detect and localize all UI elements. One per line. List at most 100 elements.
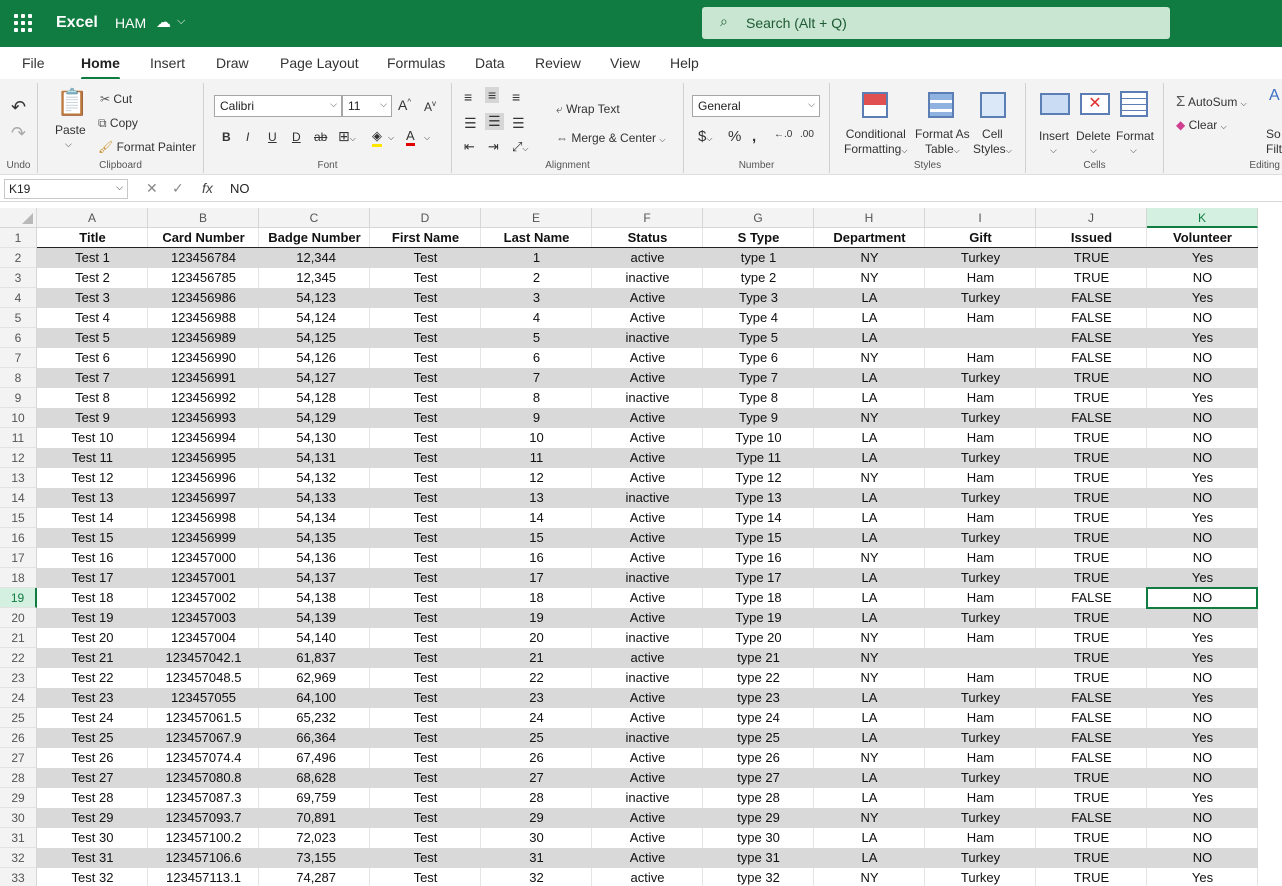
cell[interactable]: Yes bbox=[1147, 728, 1258, 748]
cell[interactable]: 20 bbox=[481, 628, 592, 648]
cell[interactable]: 7 bbox=[481, 368, 592, 388]
cell[interactable]: Yes bbox=[1147, 788, 1258, 808]
cell[interactable]: Test 22 bbox=[37, 668, 148, 688]
cell[interactable]: Test 32 bbox=[37, 868, 148, 886]
cell[interactable]: 54,139 bbox=[259, 608, 370, 628]
cell[interactable]: 3 bbox=[481, 288, 592, 308]
tab-view[interactable]: View bbox=[610, 55, 640, 71]
cell[interactable]: NY bbox=[814, 868, 925, 886]
bold-button[interactable]: B bbox=[222, 130, 231, 144]
redo-icon[interactable]: ↷ bbox=[11, 123, 26, 144]
row-header[interactable]: 10 bbox=[0, 408, 37, 428]
cell[interactable]: Test bbox=[370, 348, 481, 368]
cell[interactable]: NO bbox=[1147, 608, 1258, 628]
cell[interactable]: 123457061.5 bbox=[148, 708, 259, 728]
column-title-cell[interactable]: First Name bbox=[370, 228, 481, 248]
cell[interactable]: NO bbox=[1147, 268, 1258, 288]
row-header[interactable]: 16 bbox=[0, 528, 37, 548]
cell[interactable]: NO bbox=[1147, 348, 1258, 368]
cell[interactable]: NY bbox=[814, 248, 925, 268]
cell[interactable]: FALSE bbox=[1036, 348, 1147, 368]
cell[interactable]: 54,138 bbox=[259, 588, 370, 608]
cell[interactable]: type 25 bbox=[703, 728, 814, 748]
cell[interactable]: LA bbox=[814, 288, 925, 308]
cell[interactable]: 73,155 bbox=[259, 848, 370, 868]
cell[interactable]: 54,129 bbox=[259, 408, 370, 428]
cell[interactable]: Type 12 bbox=[703, 468, 814, 488]
cell[interactable]: Turkey bbox=[925, 868, 1036, 886]
cell[interactable]: 54,140 bbox=[259, 628, 370, 648]
align-top-icon[interactable]: ≡ bbox=[464, 89, 472, 105]
cell[interactable]: LA bbox=[814, 828, 925, 848]
cell[interactable]: NO bbox=[1147, 448, 1258, 468]
cell[interactable]: Type 11 bbox=[703, 448, 814, 468]
column-title-cell[interactable]: Badge Number bbox=[259, 228, 370, 248]
select-all-corner[interactable] bbox=[0, 208, 37, 228]
cell[interactable]: LA bbox=[814, 588, 925, 608]
column-title-cell[interactable]: Last Name bbox=[481, 228, 592, 248]
cell[interactable]: LA bbox=[814, 768, 925, 788]
cell[interactable]: NO bbox=[1147, 488, 1258, 508]
tab-home[interactable]: Home bbox=[81, 55, 120, 80]
cell[interactable]: type 24 bbox=[703, 708, 814, 728]
cell[interactable]: NY bbox=[814, 408, 925, 428]
spreadsheet-grid[interactable]: A B C D E F G H I J K 1 Title Card Number Badge Number… bbox=[0, 208, 1282, 886]
cell[interactable]: Test 27 bbox=[37, 768, 148, 788]
row-header[interactable]: 25 bbox=[0, 708, 37, 728]
cell[interactable]: 123457003 bbox=[148, 608, 259, 628]
cell[interactable]: Active bbox=[592, 468, 703, 488]
tab-page-layout[interactable]: Page Layout bbox=[280, 55, 359, 71]
cell[interactable]: inactive bbox=[592, 388, 703, 408]
cell[interactable]: inactive bbox=[592, 328, 703, 348]
cell[interactable]: type 29 bbox=[703, 808, 814, 828]
cell[interactable]: Active bbox=[592, 828, 703, 848]
cell[interactable]: TRUE bbox=[1036, 868, 1147, 886]
cell[interactable]: 54,134 bbox=[259, 508, 370, 528]
cell[interactable]: NY bbox=[814, 668, 925, 688]
row-header[interactable]: 13 bbox=[0, 468, 37, 488]
cell[interactable]: Test 26 bbox=[37, 748, 148, 768]
cell[interactable]: Test 5 bbox=[37, 328, 148, 348]
cell[interactable]: 54,125 bbox=[259, 328, 370, 348]
cell[interactable]: FALSE bbox=[1036, 688, 1147, 708]
cell[interactable]: TRUE bbox=[1036, 468, 1147, 488]
cell[interactable]: Type 8 bbox=[703, 388, 814, 408]
cell[interactable]: Test bbox=[370, 768, 481, 788]
cell[interactable]: 123457042.1 bbox=[148, 648, 259, 668]
row-header[interactable]: 28 bbox=[0, 768, 37, 788]
row-header[interactable]: 23 bbox=[0, 668, 37, 688]
cell[interactable]: NO bbox=[1147, 668, 1258, 688]
cell[interactable]: Yes bbox=[1147, 568, 1258, 588]
underline-button[interactable]: U bbox=[268, 130, 277, 144]
cell[interactable]: LA bbox=[814, 788, 925, 808]
chevron-down-icon[interactable]: ⌵ bbox=[65, 139, 72, 150]
app-launcher-icon[interactable] bbox=[14, 14, 32, 32]
cell[interactable]: 66,364 bbox=[259, 728, 370, 748]
cell[interactable]: 123457080.8 bbox=[148, 768, 259, 788]
cell[interactable]: TRUE bbox=[1036, 368, 1147, 388]
cell[interactable]: Test 9 bbox=[37, 408, 148, 428]
strikethrough-button[interactable]: ab bbox=[314, 130, 327, 144]
chevron-down-icon[interactable]: ⌵ bbox=[1221, 122, 1227, 131]
cell[interactable]: 1 bbox=[481, 248, 592, 268]
formula-input[interactable]: NO bbox=[230, 181, 250, 196]
cell[interactable]: 123456990 bbox=[148, 348, 259, 368]
cell[interactable]: Type 13 bbox=[703, 488, 814, 508]
cell[interactable]: Test 7 bbox=[37, 368, 148, 388]
cell[interactable]: LA bbox=[814, 368, 925, 388]
cell[interactable]: Active bbox=[592, 768, 703, 788]
cell[interactable]: Yes bbox=[1147, 648, 1258, 668]
cell[interactable]: 54,135 bbox=[259, 528, 370, 548]
cell[interactable]: Test 3 bbox=[37, 288, 148, 308]
cell[interactable]: 23 bbox=[481, 688, 592, 708]
cell[interactable]: Turkey bbox=[925, 368, 1036, 388]
column-title-cell[interactable]: Gift bbox=[925, 228, 1036, 248]
cell[interactable]: Test bbox=[370, 748, 481, 768]
cell[interactable]: Test bbox=[370, 688, 481, 708]
cell[interactable]: Active bbox=[592, 708, 703, 728]
cell[interactable]: LA bbox=[814, 428, 925, 448]
cell[interactable]: Yes bbox=[1147, 508, 1258, 528]
cell[interactable]: NO bbox=[1147, 768, 1258, 788]
column-header-c[interactable]: C bbox=[259, 208, 370, 228]
cell[interactable]: Ham bbox=[925, 668, 1036, 688]
